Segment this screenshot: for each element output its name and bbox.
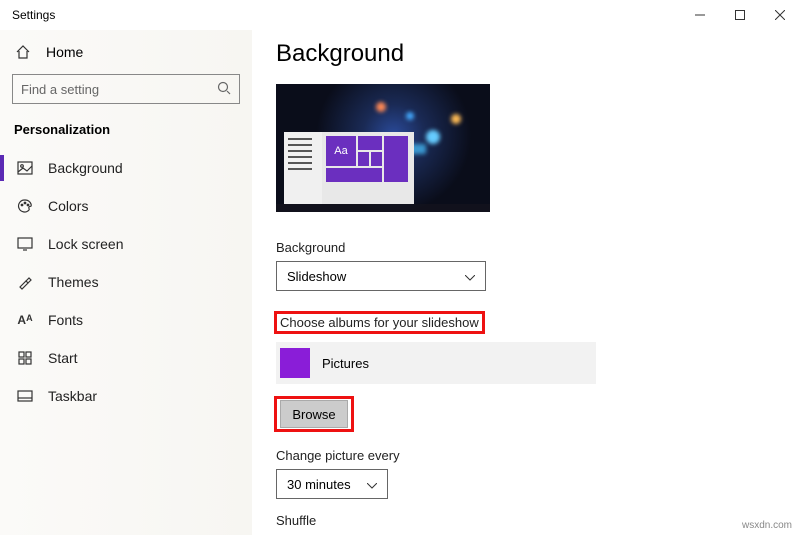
album-thumbnail bbox=[280, 348, 310, 378]
maximize-button[interactable] bbox=[720, 0, 760, 30]
search-placeholder: Find a setting bbox=[21, 82, 99, 97]
sidebar-item-start[interactable]: Start bbox=[10, 339, 242, 377]
home-icon bbox=[14, 44, 32, 60]
sidebar-item-fonts[interactable]: AA Fonts bbox=[10, 301, 242, 339]
sidebar-item-label: Start bbox=[48, 350, 78, 366]
sidebar-item-themes[interactable]: Themes bbox=[10, 263, 242, 301]
watermark: wsxdn.com bbox=[742, 520, 792, 531]
search-input[interactable]: Find a setting bbox=[12, 74, 240, 104]
home-link[interactable]: Home bbox=[10, 36, 242, 70]
close-button[interactable] bbox=[760, 0, 800, 30]
sidebar-item-label: Background bbox=[48, 160, 123, 176]
lock-screen-icon bbox=[16, 237, 34, 251]
sidebar-item-label: Fonts bbox=[48, 312, 83, 328]
sidebar-item-label: Taskbar bbox=[48, 388, 97, 404]
image-icon bbox=[16, 161, 34, 175]
page-title: Background bbox=[276, 40, 800, 68]
sidebar-item-label: Themes bbox=[48, 274, 99, 290]
titlebar: Settings bbox=[0, 0, 800, 30]
minimize-button[interactable] bbox=[680, 0, 720, 30]
home-label: Home bbox=[46, 44, 83, 60]
sidebar-item-label: Colors bbox=[48, 198, 88, 214]
sidebar-item-lock-screen[interactable]: Lock screen bbox=[10, 225, 242, 263]
sidebar-item-label: Lock screen bbox=[48, 236, 123, 252]
palette-icon bbox=[16, 198, 34, 214]
desktop-preview: Aa bbox=[276, 84, 490, 212]
chevron-down-icon bbox=[465, 269, 475, 284]
app-title: Settings bbox=[12, 8, 55, 22]
background-label: Background bbox=[276, 240, 800, 255]
change-picture-label: Change picture every bbox=[276, 448, 800, 463]
sidebar-item-taskbar[interactable]: Taskbar bbox=[10, 377, 242, 415]
browse-button[interactable]: Browse bbox=[280, 400, 348, 428]
start-icon bbox=[16, 351, 34, 365]
sidebar-item-background[interactable]: Background bbox=[10, 149, 242, 187]
dropdown-value: Slideshow bbox=[287, 269, 346, 284]
chevron-down-icon bbox=[367, 477, 377, 492]
preview-accent-tile: Aa bbox=[326, 136, 356, 166]
group-label: Personalization bbox=[10, 118, 242, 149]
taskbar-icon bbox=[16, 390, 34, 402]
background-dropdown[interactable]: Slideshow bbox=[276, 261, 486, 291]
fonts-icon: AA bbox=[16, 313, 34, 327]
change-picture-dropdown[interactable]: 30 minutes bbox=[276, 469, 388, 499]
search-icon bbox=[217, 81, 231, 98]
sidebar: Home Find a setting Personalization Back… bbox=[0, 30, 252, 535]
sidebar-item-colors[interactable]: Colors bbox=[10, 187, 242, 225]
shuffle-label: Shuffle bbox=[276, 513, 800, 528]
albums-label: Choose albums for your slideshow bbox=[280, 315, 479, 330]
themes-icon bbox=[16, 274, 34, 290]
preview-window: Aa bbox=[284, 132, 414, 204]
album-item[interactable]: Pictures bbox=[276, 342, 596, 384]
album-name: Pictures bbox=[322, 356, 369, 371]
dropdown-value: 30 minutes bbox=[287, 477, 351, 492]
content: Background Aa bbox=[252, 30, 800, 535]
